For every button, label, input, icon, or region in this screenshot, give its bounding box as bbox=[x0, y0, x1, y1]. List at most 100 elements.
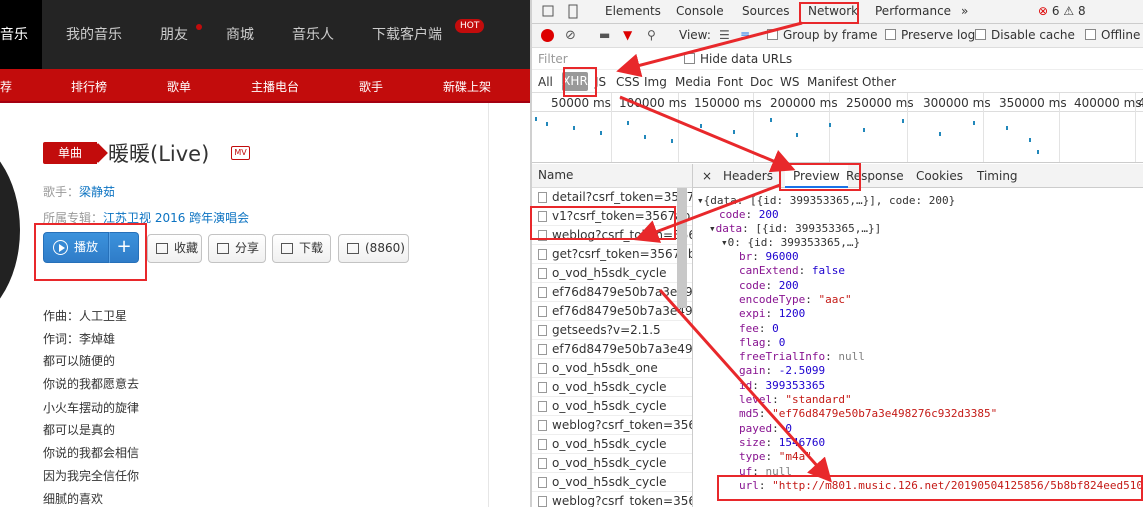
preserve-log-checkbox[interactable]: Preserve log bbox=[885, 28, 975, 42]
tab-cookies[interactable]: Cookies bbox=[916, 169, 963, 183]
type-css[interactable]: CSS bbox=[616, 75, 640, 89]
request-row[interactable]: get?csrf_token=3567db bbox=[532, 245, 692, 264]
nav-my-music[interactable]: 我的音乐 bbox=[66, 24, 122, 44]
request-row[interactable]: o_vod_h5sdk_cycle bbox=[532, 264, 692, 283]
disable-cache-checkbox[interactable]: Disable cache bbox=[975, 28, 1075, 42]
timeline-label: 300000 ms bbox=[923, 96, 991, 110]
inspect-icon[interactable] bbox=[542, 4, 582, 20]
type-all[interactable]: All bbox=[538, 75, 553, 89]
request-row[interactable]: getseeds?v=2.1.5 bbox=[532, 321, 692, 340]
request-row[interactable]: ef76d8479e50b7a3e49 bbox=[532, 283, 692, 302]
annotation-box-play bbox=[34, 223, 147, 281]
tab-console[interactable]: Console bbox=[676, 4, 724, 18]
filter-icon[interactable]: ▼ bbox=[623, 28, 632, 42]
group-by-frame-checkbox[interactable]: Group by frame bbox=[767, 28, 877, 42]
json-item-0[interactable]: ▾0: {id: 399353365,…} bbox=[721, 236, 860, 249]
json-preview: ▾{data: [{id: 399353365,…}], code: 200} … bbox=[693, 188, 1143, 507]
json-field-encodeType: encodeType: "aac" bbox=[739, 292, 852, 306]
record-icon[interactable] bbox=[541, 29, 554, 42]
request-row[interactable]: o_vod_h5sdk_cycle bbox=[532, 397, 692, 416]
singer-label: 歌手： bbox=[43, 185, 80, 199]
subnav-playlists[interactable]: 歌单 bbox=[167, 78, 191, 95]
subnav-radio[interactable]: 主播电台 bbox=[251, 78, 299, 95]
close-icon[interactable]: × bbox=[702, 169, 712, 183]
type-doc[interactable]: Doc bbox=[750, 75, 773, 89]
request-row[interactable]: detail?csrf_token=3567 bbox=[532, 188, 692, 207]
timeline-dot bbox=[535, 117, 537, 121]
timeline-axis bbox=[532, 111, 1143, 112]
offline-checkbox[interactable]: Offline bbox=[1085, 28, 1140, 42]
request-row[interactable]: o_vod_h5sdk_cycle bbox=[532, 378, 692, 397]
share-button[interactable]: 分享 bbox=[208, 234, 266, 263]
error-count: 6 bbox=[1051, 4, 1060, 18]
timeline-dot bbox=[770, 118, 772, 122]
request-row[interactable]: ef76d8479e50b7a3e49 bbox=[532, 340, 692, 359]
singer-line: 歌手：梁静茹 bbox=[43, 183, 115, 200]
request-row[interactable]: ef76d8479e50b7a3e49 bbox=[532, 302, 692, 321]
top-nav: 音乐 我的音乐 朋友 商城 音乐人 下载客户端 HOT bbox=[0, 0, 530, 69]
comment-button[interactable]: (8860) bbox=[338, 234, 409, 263]
request-row[interactable]: o_vod_h5sdk_one bbox=[532, 359, 692, 378]
type-ws[interactable]: WS bbox=[780, 75, 799, 89]
hide-data-urls-checkbox[interactable]: Hide data URLs bbox=[684, 52, 792, 66]
subnav-recommend[interactable]: 荐 bbox=[0, 78, 12, 95]
lyric-line: 小火车摆动的旋律 bbox=[43, 401, 140, 415]
search-icon[interactable]: ⚲ bbox=[647, 28, 656, 42]
subnav-charts[interactable]: 排行榜 bbox=[71, 78, 107, 95]
collect-button[interactable]: 收藏 bbox=[147, 234, 202, 263]
timeline-dot bbox=[733, 130, 735, 134]
json-field-expi: expi: 1200 bbox=[739, 307, 806, 321]
download-button[interactable]: 下载 bbox=[272, 234, 331, 263]
nav-discover[interactable]: 音乐 bbox=[0, 0, 42, 69]
timeline-dot bbox=[863, 128, 865, 132]
timeline-dot bbox=[1006, 126, 1008, 130]
subnav-new-albums[interactable]: 新碟上架 bbox=[443, 78, 491, 95]
scrollbar[interactable] bbox=[677, 188, 687, 308]
annotation-box-xhr bbox=[563, 67, 597, 97]
single-tag: 单曲 bbox=[43, 142, 97, 164]
type-img[interactable]: Img bbox=[644, 75, 667, 89]
type-other[interactable]: Other bbox=[862, 75, 896, 89]
tab-performance[interactable]: Performance bbox=[875, 4, 951, 18]
json-field-payed: payed: 0 bbox=[739, 421, 792, 435]
timeline-gridline bbox=[611, 93, 612, 162]
tab-elements[interactable]: Elements bbox=[605, 4, 661, 18]
nav-store[interactable]: 商城 bbox=[226, 24, 254, 44]
camera-icon[interactable]: ▬ bbox=[599, 28, 610, 42]
network-timeline[interactable]: 50000 ms 100000 ms 150000 ms 200000 ms 2… bbox=[532, 93, 1143, 163]
music-page: 音乐 我的音乐 朋友 商城 音乐人 下载客户端 HOT 荐 排行榜 歌单 主播电… bbox=[0, 0, 530, 507]
tab-timing[interactable]: Timing bbox=[977, 169, 1018, 183]
nav-musician[interactable]: 音乐人 bbox=[292, 24, 334, 44]
json-data-field[interactable]: ▾data: [{id: 399353365,…}] bbox=[709, 222, 881, 235]
collect-label: 收藏 bbox=[174, 241, 199, 255]
lyric-line: 细腻的喜欢 bbox=[43, 492, 104, 506]
name-column-header[interactable]: Name bbox=[538, 168, 573, 182]
type-font[interactable]: Font bbox=[717, 75, 743, 89]
comment-icon bbox=[347, 243, 359, 254]
type-media[interactable]: Media bbox=[675, 75, 711, 89]
type-manifest[interactable]: Manifest bbox=[807, 75, 858, 89]
tab-headers[interactable]: Headers bbox=[723, 169, 773, 183]
list-view-icon[interactable]: ☰ bbox=[719, 28, 730, 42]
more-tabs-icon[interactable]: » bbox=[961, 4, 968, 18]
tab-sources[interactable]: Sources bbox=[742, 4, 789, 18]
nav-friends[interactable]: 朋友 bbox=[160, 24, 188, 44]
filter-input[interactable]: Filter bbox=[538, 52, 568, 66]
subnav-artists[interactable]: 歌手 bbox=[359, 78, 383, 95]
timeline-dot bbox=[939, 132, 941, 136]
singer-link[interactable]: 梁静茹 bbox=[79, 185, 115, 199]
error-warning-counter[interactable]: ⊗ 6 ⚠ 8 bbox=[1038, 4, 1086, 18]
request-row[interactable]: weblog?csrf_token=356 bbox=[532, 416, 692, 435]
nav-download-client[interactable]: 下载客户端 bbox=[372, 24, 442, 44]
request-row[interactable]: weblog?csrf_token=356 bbox=[532, 492, 692, 507]
mv-icon[interactable]: MV bbox=[231, 146, 250, 160]
lyric-line: 作词：李焯雄 bbox=[43, 332, 116, 346]
waterfall-view-icon[interactable]: ≡ bbox=[740, 28, 750, 42]
request-row[interactable]: o_vod_h5sdk_cycle bbox=[532, 454, 692, 473]
request-row[interactable]: o_vod_h5sdk_cycle bbox=[532, 435, 692, 454]
request-row[interactable]: o_vod_h5sdk_cycle bbox=[532, 473, 692, 492]
clear-icon[interactable]: ⊘ bbox=[565, 28, 576, 43]
json-root[interactable]: ▾{data: [{id: 399353365,…}], code: 200} bbox=[697, 194, 955, 207]
download-icon bbox=[281, 243, 293, 254]
error-icon: ⊗ bbox=[1038, 4, 1049, 18]
